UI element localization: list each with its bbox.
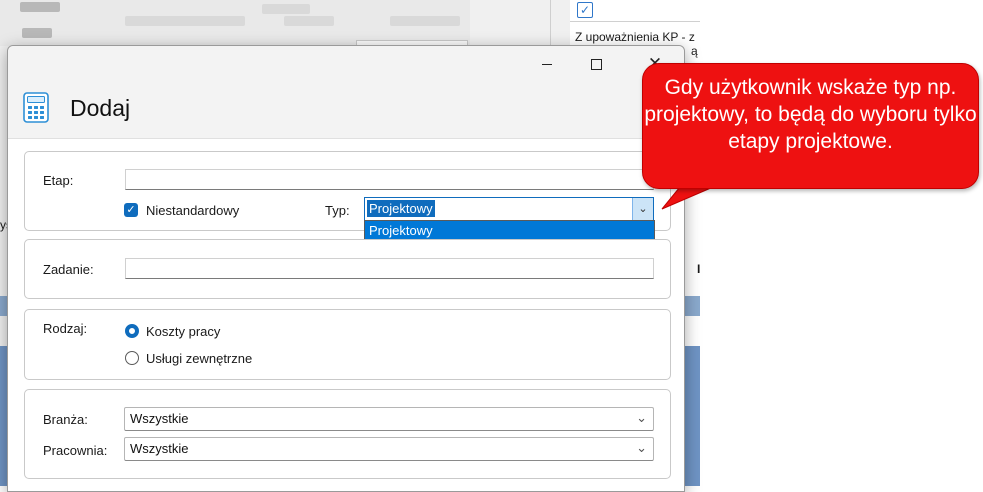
annotation-callout: Gdy użytkownik wskaże typ np. projektowy… xyxy=(642,63,979,189)
callout-text: Gdy użytkownik wskaże typ np. projektowy… xyxy=(644,76,977,153)
